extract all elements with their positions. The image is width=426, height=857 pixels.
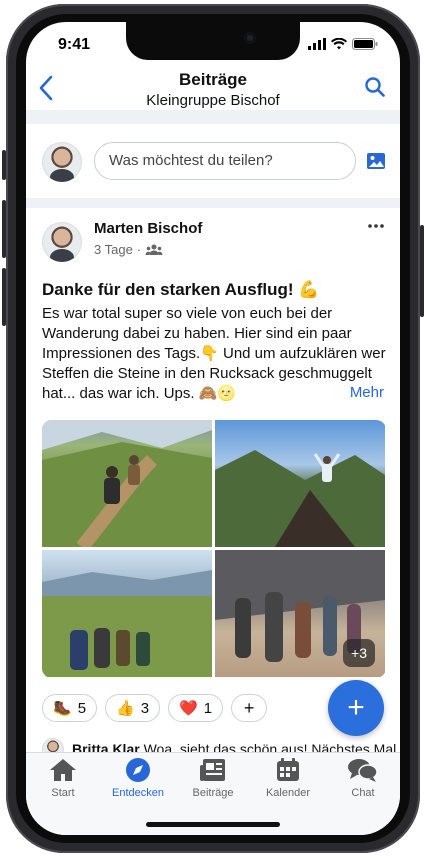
reaction-count: 1: [203, 699, 213, 717]
post-meta: 3 Tage ·: [94, 242, 163, 257]
tab-start[interactable]: Start: [26, 757, 100, 799]
add-image-icon[interactable]: [366, 152, 386, 170]
compose-bar: Was möchtest du teilen?: [26, 130, 400, 198]
reaction-count: 3: [140, 699, 150, 717]
tab-chat[interactable]: Chat: [326, 757, 400, 799]
more-options-icon[interactable]: [368, 224, 384, 228]
group-audience-icon: [145, 244, 163, 255]
photo-group-hiking[interactable]: +3: [215, 550, 385, 677]
calendar-icon: [277, 758, 299, 781]
power-button: [420, 225, 424, 317]
new-post-fab[interactable]: +: [328, 680, 384, 736]
photo-summit[interactable]: [215, 420, 385, 547]
add-reaction-button[interactable]: +: [231, 694, 268, 722]
reaction-count: 5: [77, 699, 87, 717]
newspaper-icon: [200, 759, 225, 781]
search-icon[interactable]: [364, 76, 386, 98]
tab-entdecken[interactable]: Entdecken: [101, 757, 175, 799]
tab-label: Chat: [351, 787, 375, 799]
notch: [126, 22, 300, 60]
status-icons: [308, 38, 378, 50]
compass-icon: [126, 758, 150, 782]
tab-label: Start: [51, 787, 75, 799]
post-title: Danke für den starken Ausflug! 💪: [42, 280, 320, 299]
post-body: Es war total super so viele von euch bei…: [42, 305, 386, 402]
post-author-name[interactable]: Marten Bischof: [94, 220, 202, 237]
photo-illustration: [42, 420, 212, 547]
battery-icon: [352, 38, 378, 50]
section-divider: [26, 110, 400, 124]
tab-kalender[interactable]: Kalender: [251, 757, 325, 799]
reaction-thumbs-up[interactable]: 👍 3: [105, 694, 161, 722]
home-icon: [50, 759, 76, 781]
tab-label: Entdecken: [112, 787, 164, 799]
more-photos-badge[interactable]: +3: [343, 639, 375, 667]
section-divider: [26, 198, 400, 208]
chat-bubbles-icon: [348, 759, 378, 782]
photo-group-meadow[interactable]: [42, 550, 212, 677]
volume-down-button: [2, 268, 6, 326]
meta-separator: ·: [136, 242, 142, 257]
reaction-emoji: ❤️: [179, 700, 198, 717]
tab-label: Kalender: [265, 787, 311, 799]
status-time: 9:41: [58, 36, 91, 53]
compose-input[interactable]: Was möchtest du teilen?: [94, 142, 356, 180]
photo-grid: +3: [42, 420, 386, 678]
tab-beitraege[interactable]: Beiträge: [176, 757, 250, 799]
tab-label: Beiträge: [192, 787, 234, 799]
volume-up-button: [2, 200, 6, 258]
reaction-emoji: 🥾: [53, 700, 72, 717]
photo-hikers-trail[interactable]: [42, 420, 212, 547]
page-title: Beiträge: [178, 70, 248, 89]
reaction-emoji: 👍: [116, 700, 135, 717]
mute-switch: [2, 150, 6, 180]
app-screen: 9:41 Beiträge Kleingruppe Bischof Was mö…: [26, 22, 400, 835]
user-avatar: [42, 142, 82, 182]
group-name: Kleingruppe Bischof: [146, 92, 280, 109]
photo-illustration: [42, 570, 212, 677]
reaction-heart[interactable]: ❤️ 1: [168, 694, 224, 722]
post-time: 3 Tage: [94, 242, 133, 257]
reactions-bar: 🥾 5 👍 3 ❤️ 1 +: [42, 694, 268, 722]
wifi-icon: [331, 38, 347, 50]
cellular-signal-icon: [308, 38, 326, 50]
camera-icon: [244, 32, 256, 44]
photo-illustration: [215, 450, 385, 547]
home-indicator: [146, 822, 280, 827]
reaction-boot[interactable]: 🥾 5: [42, 694, 98, 722]
post-author-avatar[interactable]: [42, 222, 82, 262]
read-more-link[interactable]: Mehr: [343, 384, 384, 401]
